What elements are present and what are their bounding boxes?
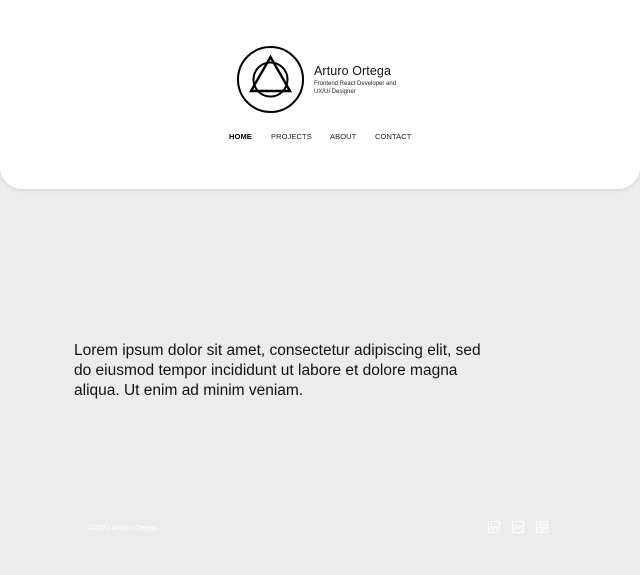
logo-icon: [237, 46, 304, 113]
page: Arturo Ortega Frontend React Developer a…: [0, 0, 640, 575]
nav-item-home[interactable]: HOME: [229, 132, 252, 141]
main-nav: HOME PROJECTS ABOUT CONTACT: [0, 132, 640, 144]
behance-icon[interactable]: [512, 521, 524, 533]
copyright-text: ©2022 Arturo Ortega: [88, 523, 158, 532]
linkedin-icon[interactable]: [488, 521, 500, 533]
brand-tagline: Frontend React Developer and UX/UI Desig…: [314, 81, 397, 95]
brand-name: Arturo Ortega: [314, 64, 392, 78]
nav-item-contact[interactable]: CONTACT: [375, 132, 411, 141]
brand[interactable]: Arturo Ortega Frontend React Developer a…: [236, 45, 436, 115]
nav-item-about[interactable]: ABOUT: [330, 132, 356, 141]
nav-item-projects[interactable]: PROJECTS: [271, 132, 312, 141]
site-header: Arturo Ortega Frontend React Developer a…: [0, 0, 640, 189]
intro-text: Lorem ipsum dolor sit amet, consectetur …: [74, 342, 481, 399]
dribbble-icon[interactable]: [536, 521, 548, 533]
